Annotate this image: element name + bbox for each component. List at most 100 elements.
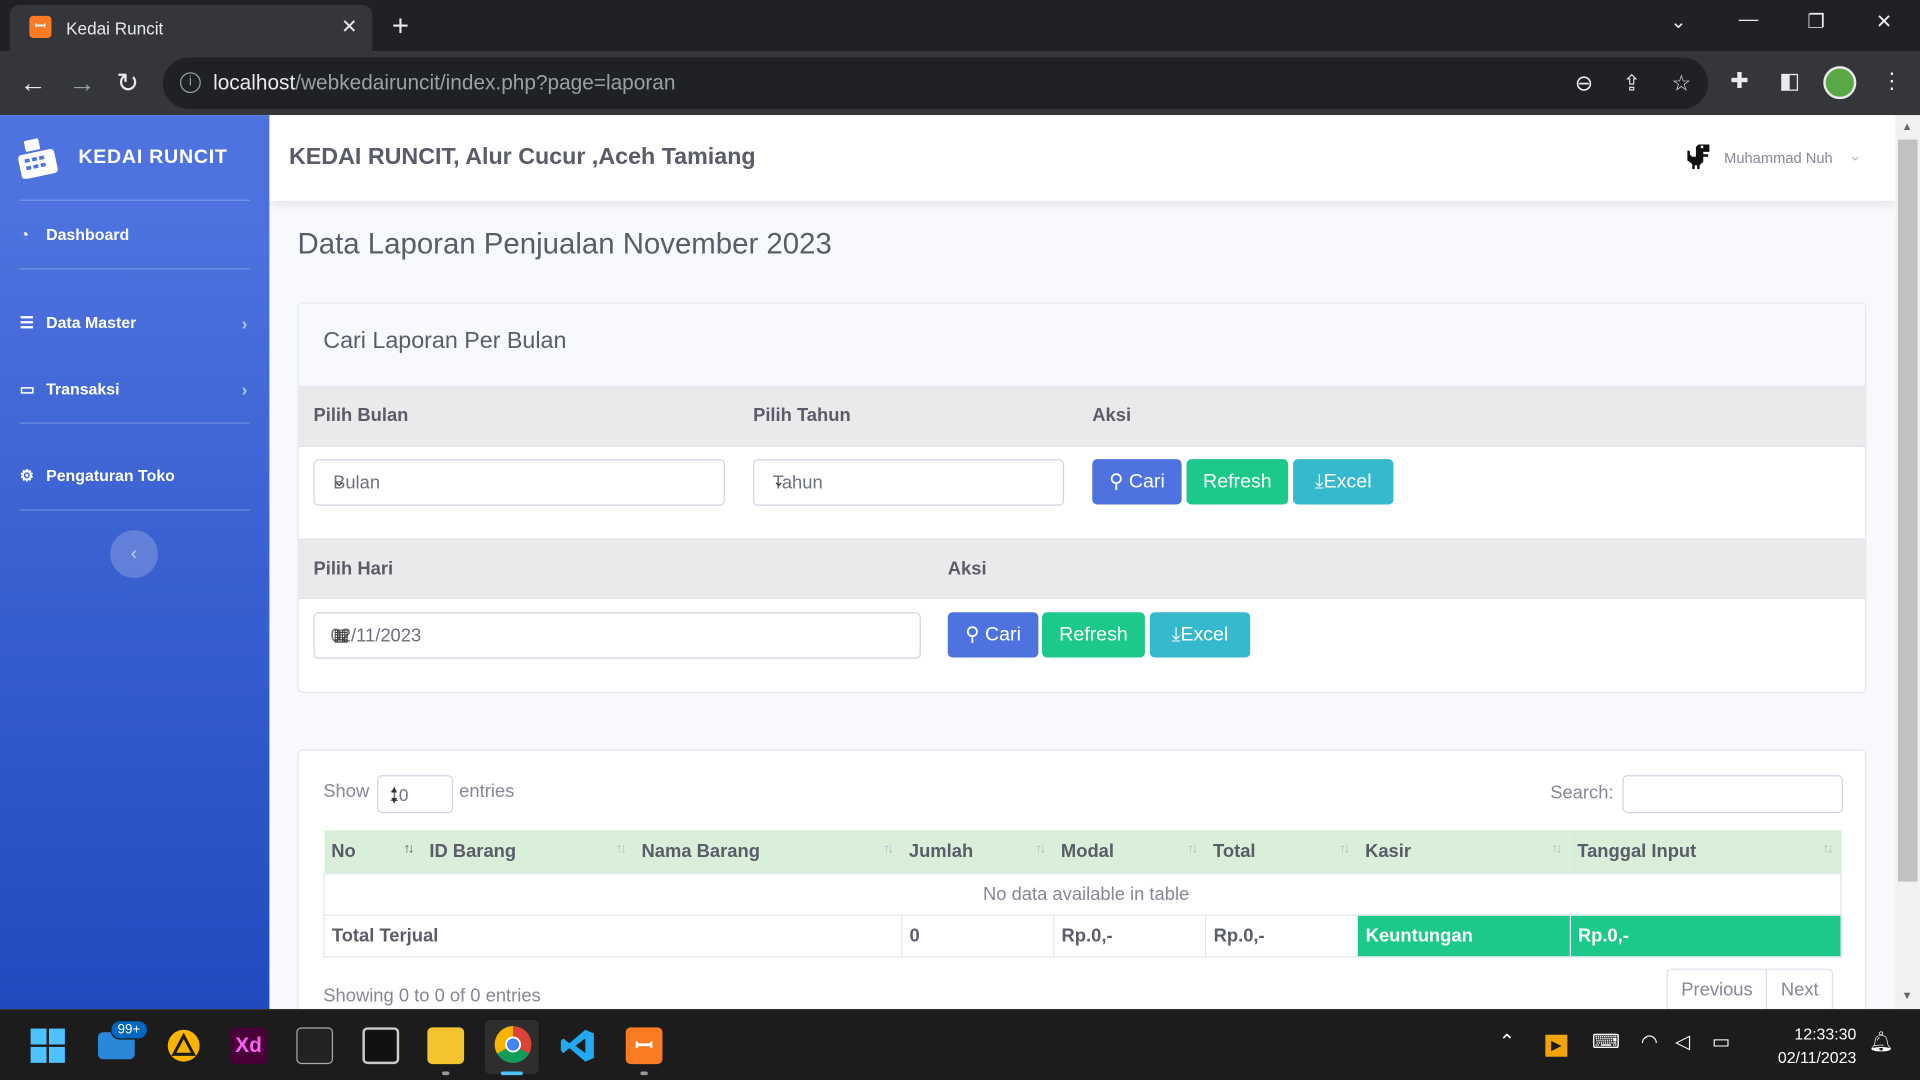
entries-length-select[interactable]: 10 ▲ ▼: [377, 775, 454, 814]
table-header-row: No ↑↓ ID Barang ↑↓ Nama Barang ↑↓ Jumlah ↑↓ …: [323, 830, 1842, 874]
site-info-icon[interactable]: i: [180, 72, 201, 94]
address-bar[interactable]: i localhost/webkedairuncit/index.php?pag…: [162, 57, 1709, 109]
pagination: Previous Next: [1666, 968, 1834, 1013]
notification-bell-icon[interactable]: 🔔︎: [1869, 1030, 1894, 1054]
column-header-jumlah[interactable]: Jumlah ↑↓: [901, 830, 1054, 874]
new-tab-icon[interactable]: +: [392, 10, 409, 44]
cash-register-icon: [18, 138, 58, 179]
total-terjual-label: Total Terjual: [323, 914, 903, 957]
sort-icon: ↑↓: [1551, 841, 1563, 856]
user-avatar-dino-icon[interactable]: [1681, 142, 1713, 169]
xampp-icon[interactable]: ꟷ: [625, 1027, 663, 1065]
profile-avatar[interactable]: [1823, 66, 1857, 100]
sidebar-item-pengaturan-toko[interactable]: ⚙ Pengaturan Toko: [20, 467, 250, 487]
topbar: KEDAI RUNCIT, Alur Cucur ,Aceh Tamiang M…: [269, 115, 1896, 201]
month-select[interactable]: Bulan ⌄: [313, 459, 725, 506]
card-header-title: Cari Laporan Per Bulan: [323, 328, 567, 354]
media-player-icon[interactable]: ▶: [1545, 1034, 1568, 1057]
screen: ꟷ Kedai Runcit ✕ + ⌄ — ❐ ✕ ← → ↻ i local…: [0, 0, 1920, 1080]
sidebar-divider: [19, 509, 250, 511]
zoom-icon[interactable]: ⊖: [1575, 71, 1593, 97]
scroll-up-icon[interactable]: ▲: [1902, 120, 1913, 132]
sidebar-item-transaksi[interactable]: ▭ Transaksi ›: [20, 380, 250, 400]
table-row: No data available in table: [323, 872, 1842, 916]
download-icon: ⤓: [1314, 471, 1324, 493]
previous-page-button[interactable]: Previous: [1668, 970, 1766, 1012]
running-indicator: [442, 1071, 450, 1076]
next-page-button[interactable]: Next: [1766, 969, 1832, 1012]
total-modal: Rp.0,-: [1052, 914, 1207, 957]
side-panel-icon[interactable]: ◧: [1779, 69, 1800, 95]
close-tab-icon[interactable]: ✕: [341, 15, 357, 39]
excel-day-button[interactable]: ⤓Excel: [1149, 612, 1251, 658]
sidebar-divider: [19, 199, 250, 201]
restore-icon[interactable]: ❐: [1807, 10, 1825, 34]
date-input[interactable]: 02/11/2023 ▦: [313, 612, 921, 659]
active-indicator: [500, 1071, 523, 1076]
volume-icon[interactable]: ◁: [1675, 1030, 1690, 1054]
menu-kebab-icon[interactable]: ⋮: [1881, 69, 1903, 95]
browser-toolbar: ← → ↻ i localhost/webkedairuncit/index.p…: [0, 51, 1920, 116]
page-scrollbar[interactable]: ▲ ▼: [1895, 115, 1920, 1009]
column-header-kasir[interactable]: Kasir ↑↓: [1357, 830, 1570, 874]
bookmark-star-icon[interactable]: ☆: [1671, 71, 1691, 97]
tachometer-icon: ◔: [19, 225, 30, 244]
windows-taskbar: 99+ Xd ꟷ ⌃ ▶ ⌨ ◠ ◁ ▭ 12:33:30 02/11/2023: [0, 1008, 1920, 1080]
scroll-down-icon[interactable]: ▼: [1902, 989, 1913, 1001]
sort-icon: ↑↓: [1339, 841, 1350, 856]
excel-month-button[interactable]: ⤓Excel: [1293, 459, 1394, 505]
search-day-button[interactable]: ⚲ Cari: [947, 612, 1039, 658]
windows-start-icon[interactable]: [29, 1027, 66, 1064]
sidebar-item-data-master[interactable]: ☰ Data Master ›: [20, 313, 250, 333]
share-icon[interactable]: ⇪: [1622, 71, 1640, 97]
scrollbar-thumb[interactable]: [1897, 139, 1918, 882]
warning-app-icon[interactable]: [165, 1027, 202, 1064]
kali-linux-icon[interactable]: [296, 1027, 334, 1065]
year-select[interactable]: Tahun ⌄: [753, 459, 1065, 506]
wifi-icon[interactable]: ◠: [1641, 1030, 1658, 1054]
desktop-icon: ▭: [19, 379, 35, 398]
chevron-right-icon: ›: [241, 313, 248, 334]
empty-table-message: No data available in table: [323, 872, 1842, 916]
sidebar-toggle-button[interactable]: ‹: [110, 530, 158, 578]
forward-icon[interactable]: →: [69, 67, 96, 99]
sidebar-item-dashboard[interactable]: ◔ Dashboard: [20, 225, 250, 243]
search-month-button[interactable]: ⚲ Cari: [1092, 459, 1182, 505]
search-icon: ⚲: [1109, 471, 1124, 493]
column-header-id-barang[interactable]: ID Barang ↑↓: [421, 830, 635, 874]
column-header-tanggal-input[interactable]: Tanggal Input ↑↓: [1569, 830, 1842, 874]
tab-search-icon[interactable]: ⌄: [1670, 10, 1686, 34]
calendar-icon[interactable]: ▦: [333, 624, 902, 645]
minimize-icon[interactable]: —: [1739, 10, 1759, 32]
browser-tab[interactable]: ꟷ Kedai Runcit ✕: [9, 4, 373, 52]
user-name[interactable]: Muhammad Nuh: [1724, 149, 1833, 166]
column-header-modal[interactable]: Modal ↑↓: [1053, 830, 1206, 874]
database-icon: ☰: [19, 313, 34, 332]
vscode-icon[interactable]: [560, 1027, 597, 1064]
refresh-month-button[interactable]: Refresh: [1186, 459, 1289, 505]
xampp-favicon-icon: ꟷ: [29, 15, 52, 38]
download-icon: ⤓: [1171, 624, 1181, 646]
close-window-icon[interactable]: ✕: [1876, 10, 1892, 34]
chevron-down-icon[interactable]: ⌄: [1849, 147, 1861, 164]
search-label: Search:: [1550, 782, 1614, 804]
column-header-no[interactable]: No ↑↓: [323, 830, 422, 874]
system-clock[interactable]: 12:33:30 02/11/2023: [1753, 1022, 1857, 1069]
battery-icon[interactable]: ▭: [1712, 1030, 1731, 1054]
store-name: KEDAI RUNCIT, Alur Cucur ,Aceh Tamiang: [288, 144, 756, 171]
chrome-icon[interactable]: [493, 1025, 532, 1064]
refresh-day-button[interactable]: Refresh: [1042, 612, 1145, 658]
sort-icon: ↑↓: [1187, 841, 1198, 856]
back-icon[interactable]: ←: [20, 67, 47, 99]
file-explorer-icon[interactable]: [427, 1027, 465, 1065]
table-search-input[interactable]: [1622, 775, 1843, 814]
tray-overflow-icon[interactable]: ⌃: [1499, 1030, 1515, 1054]
label-aksi: Aksi: [947, 558, 987, 580]
adobe-xd-icon[interactable]: Xd: [230, 1027, 267, 1065]
extensions-icon[interactable]: ✚: [1730, 69, 1748, 95]
terminal-icon[interactable]: [362, 1027, 400, 1065]
column-header-nama-barang[interactable]: Nama Barang ↑↓: [634, 830, 902, 874]
column-header-total[interactable]: Total ↑↓: [1205, 830, 1358, 874]
keyboard-icon[interactable]: ⌨: [1592, 1030, 1620, 1054]
reload-icon[interactable]: ↻: [116, 67, 139, 99]
